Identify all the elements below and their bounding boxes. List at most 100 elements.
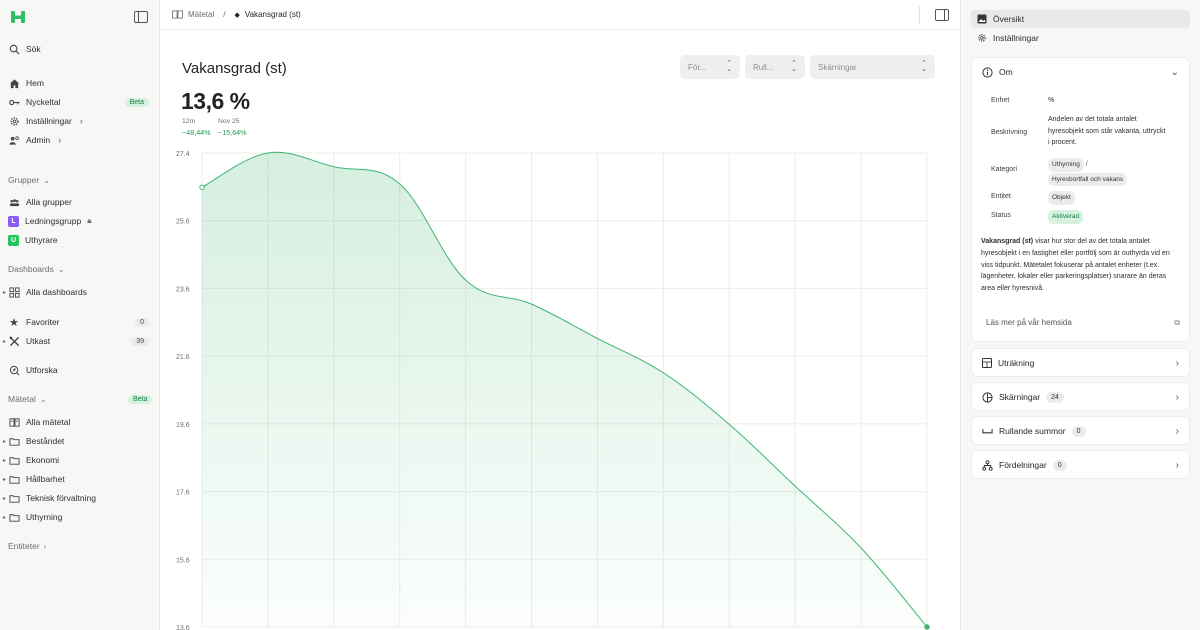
read-more-link[interactable]: Läs mer på vår hemsida ⧉	[986, 318, 1180, 328]
sidebar-item-all-groups[interactable]: Alla grupper	[8, 194, 149, 210]
about-header[interactable]: Om ⌄	[972, 58, 1189, 86]
expand-caret-icon[interactable]: ▸	[3, 476, 6, 483]
sidebar-item-all-metrics[interactable]: Alla mätetal	[8, 414, 149, 430]
folder-icon	[8, 473, 20, 485]
status-badge: Aktiverad	[1048, 210, 1084, 224]
key-icon	[8, 96, 20, 108]
sidebar-item-admin[interactable]: Admin ›	[8, 132, 149, 148]
tab-label: Översikt	[993, 14, 1025, 24]
sidebar-item-label: Hem	[26, 78, 44, 88]
expand-caret-icon[interactable]: ▸	[3, 438, 6, 445]
description-line: visar hur stor del av det totala antalet	[1033, 238, 1150, 245]
gear-icon	[977, 33, 987, 43]
about-description: Vakansgrad (st) visar hur stor del av de…	[981, 236, 1186, 295]
select-value: Skärningar	[818, 62, 857, 72]
chevron-down-icon: ⌄	[57, 264, 65, 274]
sidebar-toggle-button[interactable]	[134, 11, 148, 23]
sidebar-item-group-ledning[interactable]: L Ledningsgrupp 🔒︎	[8, 213, 149, 229]
logo-icon[interactable]	[10, 9, 26, 25]
area-chart[interactable]: 27.4 25.6 23.6 21.6 19.6 17.6 15.6 13.6	[176, 145, 936, 630]
category-tag[interactable]: Uthyrning	[1048, 158, 1084, 172]
dashboards-section-header[interactable]: Dashboards ⌄	[8, 262, 65, 276]
entities-section-header[interactable]: Entiteter ›	[8, 539, 46, 553]
data-point[interactable]	[199, 184, 205, 191]
y-tick-label: 27.4	[176, 151, 190, 158]
calc-icon	[982, 358, 992, 368]
sidebar-item-label: Admin	[26, 135, 51, 145]
chevron-right-icon: ›	[58, 135, 62, 145]
description-line: lägenheter, lokaler eller parkeringsplat…	[981, 273, 1167, 281]
sidebar-item-favorites[interactable]: ★ Favoriter 0	[8, 314, 149, 330]
breadcrumb-current: Vakansgrad (st)	[244, 10, 301, 19]
metric-value: 13,6 %	[181, 88, 250, 114]
info-icon	[982, 66, 993, 78]
groups-section-header[interactable]: Grupper ⌄	[8, 173, 50, 187]
expand-caret-icon[interactable]: ▸	[3, 495, 6, 502]
section-title: Entiteter	[8, 541, 40, 551]
section-slices[interactable]: Skärningar 24 ›	[971, 382, 1190, 411]
chevron-right-icon: ›	[1175, 425, 1179, 437]
tab-overview[interactable]: Översikt	[971, 10, 1190, 28]
sidebar-item-label: Ekonomi	[26, 455, 60, 465]
y-tick-label: 19.6	[176, 422, 190, 429]
tab-settings[interactable]: Inställningar	[971, 29, 1151, 47]
star-icon: ★	[9, 316, 19, 329]
right-panel-toggle-button[interactable]	[935, 9, 949, 21]
description-value: Andelen av det totala antalet hyresobjek…	[1048, 114, 1166, 149]
expand-caret-icon[interactable]: ▸	[3, 514, 6, 521]
sidebar-item-explore[interactable]: Utforska	[8, 362, 149, 378]
search-item[interactable]: Sök	[8, 41, 149, 57]
sidebar-item-all-dashboards[interactable]: ▸ Alla dashboards	[3, 284, 149, 300]
sidebar-item-label: Inställningar	[26, 116, 72, 126]
search-icon	[8, 43, 20, 55]
chevron-right-icon: ›	[1175, 357, 1179, 369]
sidebar-item-label: Ledningsgrupp	[25, 216, 82, 226]
expand-caret-icon[interactable]: ▸	[3, 457, 6, 464]
search-label: Sök	[26, 44, 41, 54]
expand-caret-icon[interactable]: ▸	[3, 289, 6, 296]
beta-badge: Beta	[124, 97, 149, 107]
rolling-select[interactable]: Rull... ⌃ ⌄	[745, 55, 805, 79]
sidebar-item-settings[interactable]: Inställningar ›	[8, 113, 149, 129]
sidebar-item-keymetrics[interactable]: Nyckeltal Beta	[8, 94, 149, 110]
external-link-icon: ⧉	[1174, 318, 1180, 327]
sidebar-item-label: Alla dashboards	[26, 287, 87, 297]
section-calculation[interactable]: Uträkning ›	[971, 348, 1190, 377]
sidebar-folder-item[interactable]: ▸ Uthyrning	[3, 509, 149, 525]
sidebar-item-label: Utforska	[26, 365, 58, 375]
period-select[interactable]: För... ⌃ ⌄	[680, 55, 740, 79]
count-badge: 39	[131, 336, 149, 346]
chart-area-fill	[202, 152, 927, 627]
sidebar-item-group-uthyrare[interactable]: U Uthyrare	[8, 232, 149, 248]
page-title: Vakansgrad (st)	[182, 60, 287, 77]
slices-select[interactable]: Skärningar ⌃ ⌄	[810, 55, 935, 79]
count-badge: 0	[1071, 425, 1086, 437]
sidebar-folder-item[interactable]: ▸ Beståndet	[3, 433, 149, 449]
sidebar-folder-item[interactable]: ▸ Teknisk förvaltning	[3, 490, 149, 506]
delta-value: −15,64%	[218, 128, 247, 137]
pie-icon	[982, 391, 993, 403]
sidebar-item-home[interactable]: Hem	[8, 75, 149, 91]
delta-value: −48,44%	[182, 128, 211, 137]
sidebar: Sök Hem Nyckeltal Beta Inställningar › A…	[0, 0, 160, 630]
card-title: Om	[999, 67, 1013, 77]
category-tag[interactable]: Hyresbortfall och vakans	[1048, 172, 1128, 186]
section-title: Mätetal	[8, 394, 36, 404]
sidebar-item-drafts[interactable]: ▸ Utkast 39	[3, 333, 149, 349]
section-distributions[interactable]: Fördelningar 0 ›	[971, 450, 1190, 479]
expand-caret-icon[interactable]: ▸	[3, 338, 6, 345]
data-point[interactable]	[924, 624, 930, 630]
sidebar-folder-item[interactable]: ▸ Ekonomi	[3, 452, 149, 468]
entity-tag[interactable]: Objekt	[1048, 191, 1075, 205]
sidebar-item-label: Uthyrning	[26, 512, 63, 522]
chevron-right-icon: ›	[1175, 459, 1179, 471]
sidebar-item-label: Beståndet	[26, 436, 65, 446]
delta-label: Nov 25	[218, 118, 240, 125]
chevron-down-icon: ⌄	[1170, 66, 1179, 78]
sidebar-folder-item[interactable]: ▸ Hållbarhet	[3, 471, 149, 487]
chevron-right-icon: ›	[43, 541, 47, 551]
breadcrumb-parent[interactable]: Mätetal	[188, 10, 214, 19]
section-rolling-sums[interactable]: Rullande summor 0 ›	[971, 416, 1190, 445]
grid-icon	[8, 286, 20, 298]
group-avatar: U	[8, 234, 19, 246]
